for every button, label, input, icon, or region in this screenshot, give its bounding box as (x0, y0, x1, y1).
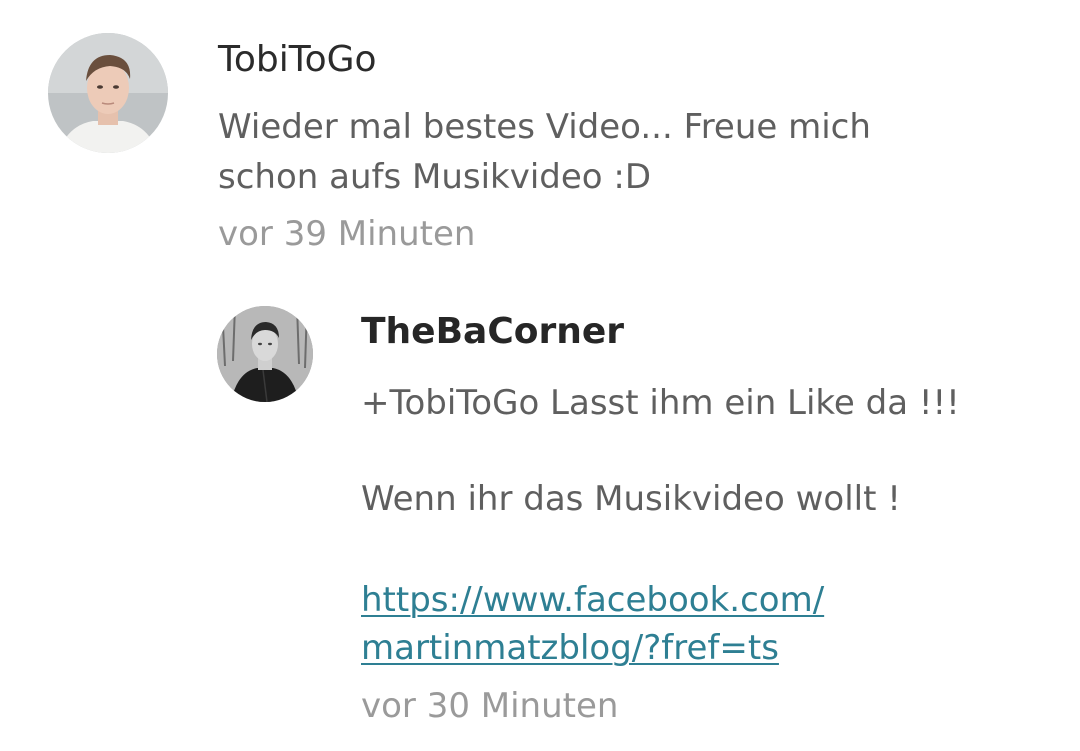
avatar[interactable] (48, 33, 168, 153)
comment-author[interactable]: TobiToGo (218, 40, 377, 80)
reply-link-line[interactable]: martinmatzblog/?fref=ts (361, 624, 981, 672)
user-avatar-icon (217, 306, 313, 402)
reply-text-line: Wenn ihr das Musikvideo wollt ! (361, 479, 901, 519)
reply-author[interactable]: TheBaCorner (361, 312, 624, 352)
comment-text-line: Wieder mal bestes Video... Freue mich (218, 107, 871, 147)
reply-text-line: +TobiToGo Lasst ihm ein Like da !!! (361, 383, 960, 423)
reply-timestamp: vor 30 Minuten (361, 686, 619, 726)
reply-link[interactable]: https://www.facebook.com/ martinmatzblog… (361, 576, 981, 672)
avatar[interactable] (217, 306, 313, 402)
user-avatar-icon (48, 33, 168, 153)
reply-link-line[interactable]: https://www.facebook.com/ (361, 576, 981, 624)
comment-text: Wieder mal bestes Video... Freue mich sch… (218, 102, 1018, 202)
comment-text-line: schon aufs Musikvideo :D (218, 157, 652, 197)
comment-timestamp: vor 39 Minuten (218, 214, 476, 254)
